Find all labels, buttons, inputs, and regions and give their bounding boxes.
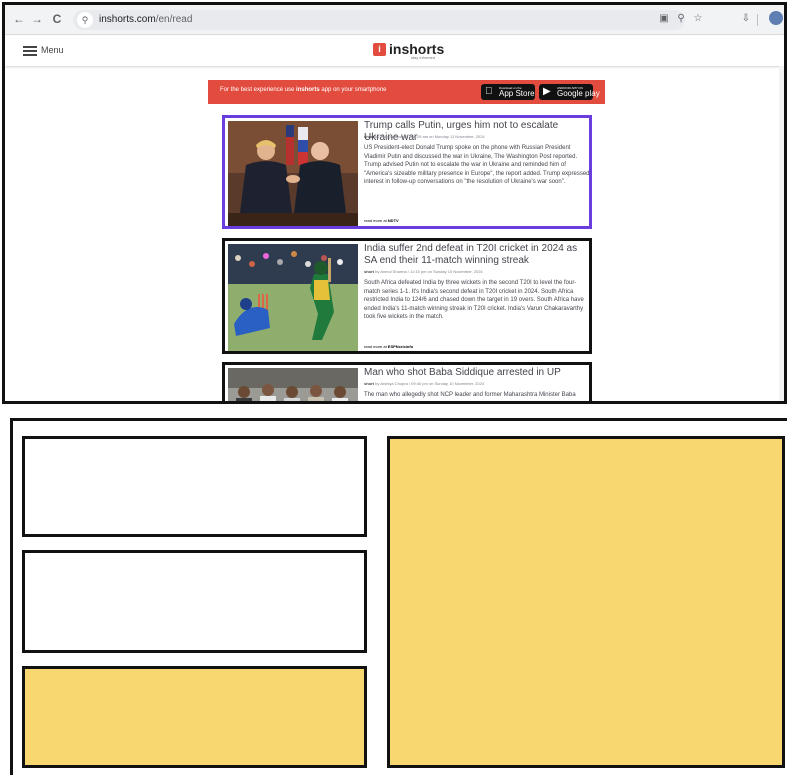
read-more-source: NDTV [387,218,399,223]
byline-short-label: short [364,269,374,274]
menu-label[interactable]: Menu [41,45,64,55]
read-more-link[interactable]: read more at NDTV [364,218,399,223]
play-store-icon: ▶ [543,86,551,97]
read-more-prefix: read more at [364,218,388,223]
news-summary: South Africa defeated India by three wic… [364,280,584,321]
byline-author-time: by Anmol Sharma / 11:15 pm on Sunday 10 … [374,269,483,274]
byline-short-label: short [364,134,374,139]
back-icon[interactable]: ← [11,11,27,27]
byline-short-label: short [364,381,374,386]
banner-text-after: app on your smartphone [319,87,387,93]
layout-box-top-left [22,436,367,537]
site-header: Menu i inshorts stay informed [5,36,784,66]
read-more-prefix: read more at [364,344,388,349]
address-url[interactable]: inshorts.com/en/read [99,13,192,27]
news-summary: US President-elect Donald Trump spoke on… [364,145,590,186]
install-app-icon[interactable]: ▣ [657,12,671,26]
byline-author-time: by Arshiya Chopra / 09:40 pm on Sunday 1… [374,381,485,386]
browser-menu-icon[interactable]: ⋮ [781,12,784,26]
news-headline[interactable]: India suffer 2nd defeat in T20I cricket … [364,243,589,267]
layout-box-bottom-left-highlighted [22,666,367,768]
news-byline: short by Anmol Sharma / 11:15 pm on Sund… [364,269,483,274]
news-image-cricket-match[interactable] [228,244,358,354]
news-card[interactable]: Trump calls Putin, urges him not to esca… [222,115,592,229]
app-store-button[interactable]:  Download on the App Store [481,84,535,100]
site-info-icon[interactable]: ⚲ [77,12,93,28]
byline-author-time: by Pragya Swastik / 08:29 am on Monday 1… [374,134,485,139]
browser-toolbar: ← → C ⚲ inshorts.com/en/read ▣ ⚲ ☆ ⇩ ⋮ [5,5,784,35]
browser-screenshot-panel: ← → C ⚲ inshorts.com/en/read ▣ ⚲ ☆ ⇩ ⋮ M… [2,2,787,404]
app-download-banner: For the best experience use inshorts app… [208,80,605,104]
news-image-leaders-handshake[interactable] [228,121,358,229]
hamburger-menu-icon[interactable] [23,46,37,56]
bookmark-star-icon[interactable]: ☆ [691,12,705,26]
logo-tagline: stay informed [411,55,436,60]
google-play-button[interactable]: ▶ ANDROID APP ON Google play [539,84,600,100]
news-byline: short by Arshiya Chopra / 09:40 pm on Su… [364,381,484,386]
googleplay-big-text: Google play [557,89,600,98]
zoom-icon[interactable]: ⚲ [674,12,688,26]
news-headline[interactable]: Man who shot Baba Siddique arrested in U… [364,367,589,379]
news-image-arrest-group[interactable] [228,368,358,404]
read-more-link[interactable]: read more at ESPNcricinfo [364,344,413,349]
news-byline: short by Pragya Swastik / 08:29 am on Mo… [364,134,485,139]
url-path: /en/read [155,14,193,25]
url-host: inshorts.com [99,14,156,25]
banner-text-before: For the best experience use [220,87,297,93]
news-card[interactable]: India suffer 2nd defeat in T20I cricket … [222,238,592,354]
toolbar-divider [757,14,758,26]
appstore-big-text: App Store [499,89,535,98]
layout-box-middle-left [22,550,367,653]
apple-icon:  [485,86,493,98]
address-bar[interactable]: ⚲ inshorts.com/en/read [73,10,685,30]
logo-mark-icon: i [373,43,386,56]
news-card[interactable]: Man who shot Baba Siddique arrested in U… [222,362,592,404]
news-headline[interactable]: Trump calls Putin, urges him not to esca… [364,120,589,144]
banner-text: For the best experience use inshorts app… [220,87,386,93]
layout-diagram-panel [10,418,787,775]
page-scrollbar[interactable] [779,66,784,401]
layout-box-right-highlighted [387,436,785,768]
reload-icon[interactable]: C [49,11,65,27]
news-summary: The man who allegedly shot NCP leader an… [364,392,576,404]
forward-icon[interactable]: → [29,11,45,27]
banner-brand: inshorts [296,87,320,93]
read-more-source: ESPNcricinfo [387,344,414,349]
extensions-icon[interactable]: ⇩ [739,12,753,26]
